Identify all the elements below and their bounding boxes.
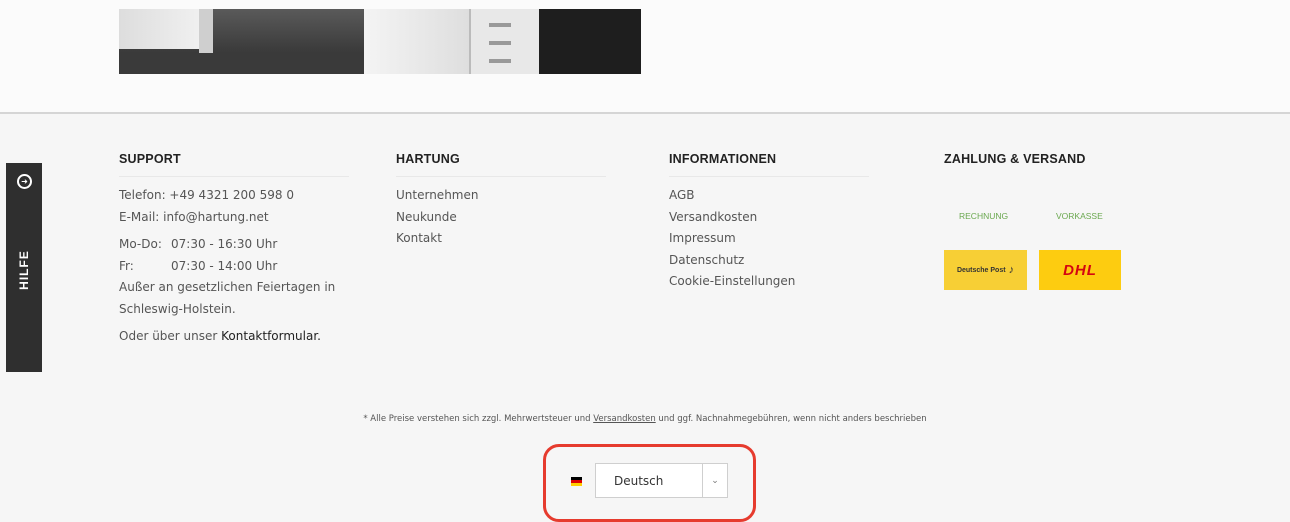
support-column: SUPPORT Telefon: +49 4321 200 598 0 E-Ma…	[119, 152, 349, 348]
link-versandkosten[interactable]: Versandkosten	[669, 207, 869, 229]
language-selected-value: Deutsch	[614, 474, 664, 488]
help-tab-label: HILFE	[17, 250, 31, 290]
hartung-column: HARTUNG Unternehmen Neukunde Kontakt	[396, 152, 606, 250]
informationen-column: INFORMATIONEN AGB Versandkosten Impressu…	[669, 152, 869, 293]
link-unternehmen[interactable]: Unternehmen	[396, 185, 606, 207]
hours-row-mo-do: Mo-Do: 07:30 - 16:30 Uhr	[119, 234, 349, 256]
support-email: E-Mail: info@hartung.net	[119, 209, 269, 224]
payment-vorkasse: VORKASSE	[1056, 211, 1103, 221]
link-kontakt[interactable]: Kontakt	[396, 228, 606, 250]
footer-divider	[0, 112, 1290, 114]
link-datenschutz[interactable]: Datenschutz	[669, 250, 869, 272]
holiday-note-line1: Außer an gesetzlichen Feiertagen in	[119, 280, 336, 294]
contact-form-note: Oder über unser Kontaktformular.	[119, 326, 349, 348]
hours-time: 07:30 - 14:00 Uhr	[171, 258, 278, 273]
payment-rechnung: RECHNUNG	[959, 211, 1009, 221]
dhl-logo: DHL	[1039, 250, 1121, 290]
holiday-note-line2: Schleswig-Holstein.	[119, 301, 236, 316]
hours-day: Fr:	[119, 258, 134, 273]
link-impressum[interactable]: Impressum	[669, 228, 869, 250]
contact-prefix: Oder über unser	[119, 329, 222, 343]
zahlung-versand-title: ZAHLUNG & VERSAND	[944, 152, 1086, 166]
link-cookie-einstellungen[interactable]: Cookie-Einstellungen	[669, 271, 869, 293]
footnote-text-after: und ggf. Nachnahmegebühren, wenn nicht a…	[655, 414, 927, 424]
zahlung-versand-column: ZAHLUNG & VERSAND	[944, 152, 1144, 184]
price-footnote: * Alle Preise verstehen sich zzgl. Mehrw…	[0, 414, 1290, 424]
hours-day: Mo-Do:	[119, 237, 162, 251]
chevron-down-icon[interactable]: ⌄	[702, 464, 727, 497]
german-flag-icon	[571, 477, 582, 486]
deutsche-post-label: Deutsche Post	[956, 266, 1006, 274]
help-tab[interactable]: ➜ HILFE	[6, 163, 42, 372]
link-neukunde[interactable]: Neukunde	[396, 207, 606, 229]
arrow-circle-icon: ➜	[17, 174, 32, 189]
contact-form-link[interactable]: Kontaktformular.	[221, 329, 321, 343]
hours-time: 07:30 - 16:30 Uhr	[171, 237, 278, 251]
deutsche-post-logo: Deutsche Post ♪	[944, 250, 1027, 290]
link-agb[interactable]: AGB	[669, 185, 869, 207]
informationen-title: INFORMATIONEN	[669, 152, 869, 177]
dhl-label: DHL	[1063, 261, 1097, 279]
support-phone: Telefon: +49 4321 200 598 0	[119, 188, 294, 202]
post-horn-icon: ♪	[1008, 264, 1015, 276]
footnote-text-before: * Alle Preise verstehen sich zzgl. Mehrw…	[363, 414, 594, 424]
support-title: SUPPORT	[119, 152, 349, 177]
office-furniture-image	[119, 9, 641, 74]
page-top-area	[0, 0, 1290, 112]
hours-row-fr: Fr: 07:30 - 14:00 Uhr	[119, 256, 349, 278]
language-select[interactable]: Deutsch ⌄	[595, 463, 728, 498]
hartung-title: HARTUNG	[396, 152, 606, 177]
footnote-versandkosten-link[interactable]: Versandkosten	[593, 414, 656, 424]
